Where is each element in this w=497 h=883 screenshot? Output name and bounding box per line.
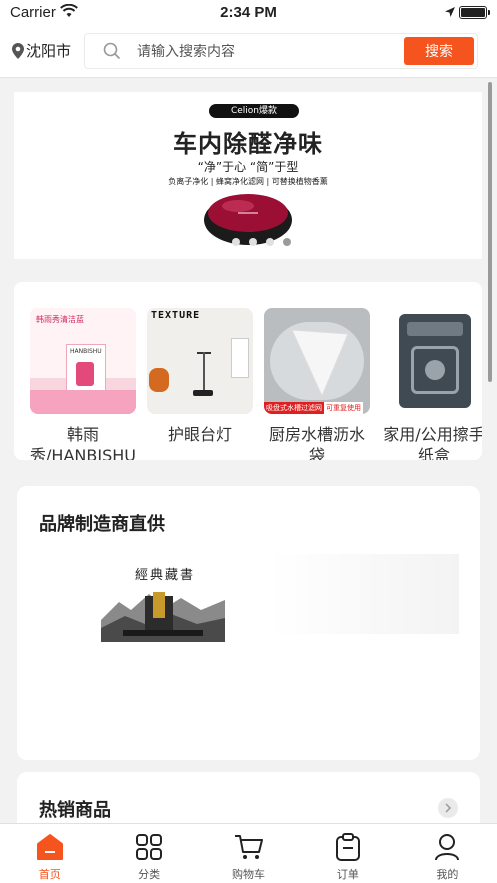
promo-banner[interactable]: Celion爆款 车内除醛净味 “净”于心 “简”于型 负离子净化 | 蜂窝净化… [14,92,482,259]
carousel-dot-active[interactable] [283,238,291,246]
tab-label: 订单 [336,868,359,881]
category-label: 护眼台灯 [167,425,232,444]
carousel-dot[interactable] [249,238,257,246]
search-bar: 搜索 [84,33,478,69]
search-button[interactable]: 搜索 [404,37,474,65]
category-image-text: 吸盘式水槽过滤网 [264,402,324,414]
banner-features: 负离子净化 | 蜂窝净化滤网 | 可替换植物香薰 [168,177,328,186]
carousel-dots [232,238,291,246]
category-item[interactable]: 家用/公用擦手纸盒 [381,308,482,460]
tab-cart[interactable]: 购物车 [199,824,298,883]
search-icon [103,42,121,60]
more-button[interactable] [438,798,458,818]
category-image: 吸盘式水槽过滤网 可重复使用 [264,308,370,414]
city-name: 沈阳市 [26,42,72,60]
chevron-right-icon [445,803,452,813]
profile-icon [435,834,460,861]
bottom-tab-bar: 首页 分类 购物车 订单 我的 [0,823,497,883]
clock: 2:34 PM [220,4,277,21]
brand-banner-artwork: 經典藏書 [101,554,225,642]
category-label: 家用/公用擦手纸盒 [383,425,482,460]
status-bar: Carrier 2:34 PM [0,0,497,26]
category-row: 韩雨秀清洁蓝 HANBISHU 韩雨秀/HANBISHU除 TEXTURE 护眼… [14,282,482,460]
brand-banner-image[interactable]: 經典藏書 [39,554,459,642]
category-image: 韩雨秀清洁蓝 HANBISHU [30,308,136,414]
order-clipboard-icon [335,833,360,861]
brand-manufacturer-section: 品牌制造商直供 經典藏書 [17,486,480,760]
banner-slogan: “净”于心 “简”于型 [197,160,299,174]
home-icon [36,834,63,860]
city-selector[interactable]: 沈阳市 [12,40,71,61]
search-input[interactable] [137,40,397,64]
tab-profile[interactable]: 我的 [398,824,497,883]
category-label: 厨房水槽沥水袋 [268,425,365,460]
tab-home[interactable]: 首页 [0,824,99,883]
banner-badge: Celion爆款 [209,104,299,118]
category-item[interactable]: 吸盘式水槽过滤网 可重复使用 厨房水槽沥水袋 [264,308,370,460]
category-image-text: TEXTURE [151,310,201,321]
tab-orders[interactable]: 订单 [298,824,397,883]
category-image-text: 可重复使用 [324,402,363,414]
category-item[interactable]: 韩雨秀清洁蓝 HANBISHU 韩雨秀/HANBISHU除 [30,308,136,460]
category-item[interactable]: TEXTURE 护眼台灯 [147,308,253,445]
cart-icon [234,835,263,859]
scrollbar-thumb[interactable] [488,82,492,382]
tab-label: 我的 [436,868,459,881]
tab-label: 分类 [138,868,161,881]
carousel-dot[interactable] [232,238,240,246]
tab-category[interactable]: 分类 [99,824,198,883]
battery-icon [459,6,490,19]
carousel-dot[interactable] [266,238,274,246]
location-arrow-icon [445,7,455,17]
category-grid-icon [136,834,163,860]
section-title: 品牌制造商直供 [39,514,165,535]
category-label: 韩雨秀/HANBISHU除 [30,425,136,460]
top-header: 沈阳市 搜索 [0,26,497,78]
category-image [381,308,482,414]
location-pin-icon [12,42,24,59]
category-image-text: 韩雨秀清洁蓝 [36,315,84,324]
banner-headline: 车内除醛净味 [173,130,323,158]
tab-label: 购物车 [232,868,266,881]
tab-label: 首页 [38,868,61,881]
category-image-text: HANBISHU [70,348,102,355]
category-image: TEXTURE [147,308,253,414]
section-title: 热销商品 [39,800,111,821]
